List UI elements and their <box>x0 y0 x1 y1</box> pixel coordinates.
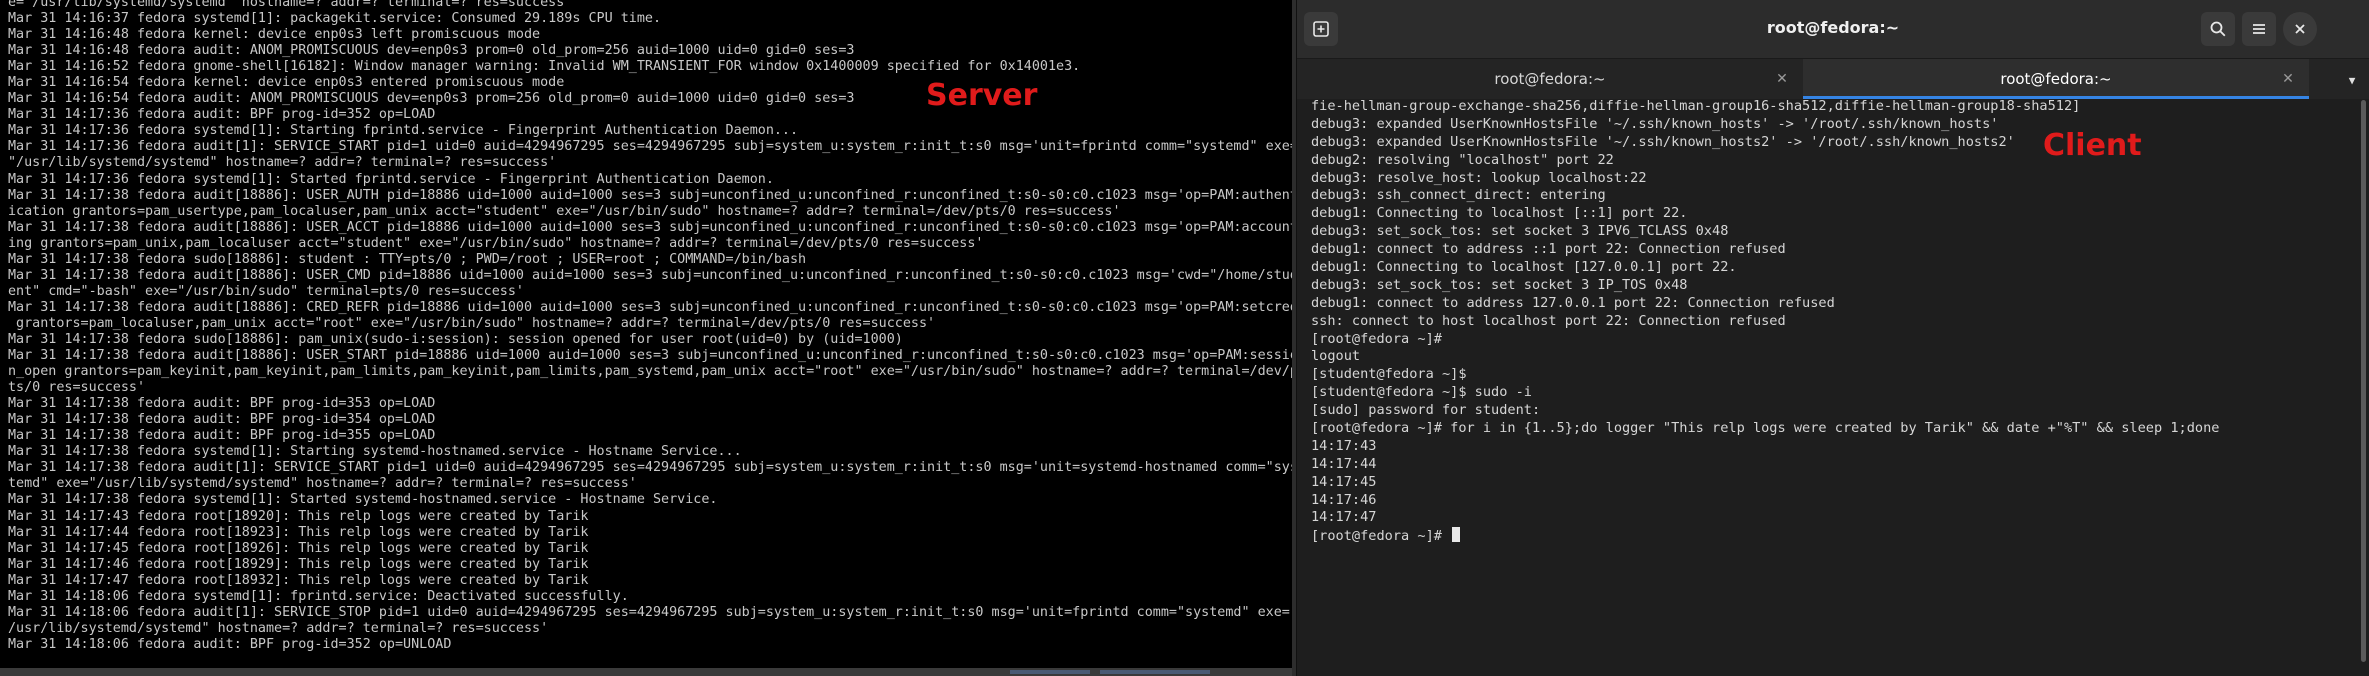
log-line: temd" exe="/usr/lib/systemd/systemd" hos… <box>8 476 637 492</box>
shell-prompt: [root@fedora ~]# <box>1311 528 1442 545</box>
output-line: 14:17:47 <box>1311 509 1377 526</box>
output-line: 14:17:45 <box>1311 473 1377 490</box>
log-line: ts/0 res=success' <box>8 380 146 396</box>
log-line: Mar 31 14:17:38 fedora audit[18886]: USE… <box>8 348 1292 364</box>
log-line: Mar 31 14:16:54 fedora kernel: device en… <box>8 75 565 91</box>
log-line: "/usr/lib/systemd/systemd" hostname=? ad… <box>8 155 557 171</box>
output-line: debug1: Connecting to localhost [127.0.0… <box>1311 259 1737 276</box>
log-line: ication grantors=pam_usertype,pam_localu… <box>8 203 1121 219</box>
log-line: Mar 31 14:17:38 fedora audit: BPF prog-i… <box>8 396 436 412</box>
log-line: Mar 31 14:18:06 fedora audit[1]: SERVICE… <box>8 604 1292 620</box>
server-label: Server <box>926 78 1038 113</box>
output-line: debug3: expanded UserKnownHostsFile '~/.… <box>1311 133 2015 150</box>
server-log: e="/usr/lib/systemd/systemd" hostname=? … <box>8 0 1292 653</box>
close-window-button[interactable] <box>2283 12 2317 46</box>
output-line: debug3: resolve_host: lookup localhost:2… <box>1311 169 1647 186</box>
hamburger-menu-icon <box>2253 24 2265 34</box>
menu-button[interactable] <box>2242 12 2276 46</box>
log-line: /usr/lib/systemd/systemd" hostname=? add… <box>8 620 549 636</box>
log-line: Mar 31 14:17:46 fedora root[18929]: This… <box>8 556 589 572</box>
search-icon <box>2210 21 2226 37</box>
log-line: Mar 31 14:17:38 fedora sudo[18886]: pam_… <box>8 331 903 347</box>
log-line: Mar 31 14:17:44 fedora root[18923]: This… <box>8 524 589 540</box>
log-line: Mar 31 14:17:38 fedora systemd[1]: Start… <box>8 492 718 508</box>
output-line: [student@fedora ~]$ sudo -i <box>1311 384 1532 401</box>
tab-2[interactable]: root@fedora:~ ✕ <box>1803 59 2309 99</box>
log-line: Mar 31 14:17:38 fedora systemd[1]: Start… <box>8 444 742 460</box>
output-line: logout <box>1311 348 1361 365</box>
prompt-line[interactable]: [root@fedora ~]# <box>1311 527 2351 545</box>
log-line: Mar 31 14:17:38 fedora audit: BPF prog-i… <box>8 428 436 444</box>
server-bottom-bar <box>0 668 1292 676</box>
output-line: debug2: resolving "localhost" port 22 <box>1311 151 1614 168</box>
output-line: debug1: connect to address 127.0.0.1 por… <box>1311 294 1835 311</box>
output-line: [root@fedora ~]# for i in {1..5};do logg… <box>1311 420 2220 437</box>
output-line: debug3: ssh_connect_direct: entering <box>1311 187 1606 204</box>
tab-label: root@fedora:~ <box>1494 70 1606 88</box>
tab-overflow-button[interactable]: ▼ <box>2343 71 2361 89</box>
close-icon: ✕ <box>2282 71 2294 87</box>
log-line: Mar 31 14:16:52 fedora gnome-shell[16182… <box>8 59 1081 75</box>
terminal-output[interactable]: fie-hellman-group-exchange-sha256,diffie… <box>1311 98 2351 545</box>
output-line: 14:17:46 <box>1311 491 1377 508</box>
output-line: 14:17:43 <box>1311 437 1377 454</box>
log-line: grantors=pam_localuser,pam_unix acct="ro… <box>8 315 936 331</box>
bottom-bar-segment <box>1100 670 1210 674</box>
client-terminal-window: root@fedora:~ root@fedora:~ ✕ root@fedor… <box>1296 0 2369 676</box>
log-line: Mar 31 14:18:06 fedora audit: BPF prog-i… <box>8 636 452 652</box>
header-bar: root@fedora:~ <box>1297 0 2369 59</box>
log-line: Mar 31 14:17:38 fedora audit[1]: SERVICE… <box>8 460 1292 476</box>
output-line: [sudo] password for student: <box>1311 402 1541 419</box>
output-line: [root@fedora ~]# <box>1311 330 1442 347</box>
search-button[interactable] <box>2201 12 2235 46</box>
tab-close-button[interactable]: ✕ <box>2279 70 2297 88</box>
log-line: n_open grantors=pam_keyinit,pam_keyinit,… <box>8 364 1292 380</box>
output-line: debug1: connect to address ::1 port 22: … <box>1311 241 1786 258</box>
chevron-down-icon: ▼ <box>2348 73 2356 87</box>
log-line: Mar 31 14:18:06 fedora systemd[1]: fprin… <box>8 588 629 604</box>
output-line: 14:17:44 <box>1311 455 1377 472</box>
log-line: Mar 31 14:17:38 fedora audit[18886]: USE… <box>8 187 1292 203</box>
text-cursor <box>1452 527 1461 543</box>
log-line: Mar 31 14:17:36 fedora systemd[1]: Start… <box>8 171 774 187</box>
tab-1[interactable]: root@fedora:~ ✕ <box>1297 59 1803 99</box>
log-line: Mar 31 14:16:54 fedora audit: ANOM_PROMI… <box>8 91 855 107</box>
log-line: Mar 31 14:16:37 fedora systemd[1]: packa… <box>8 11 662 27</box>
log-line: Mar 31 14:17:47 fedora root[18932]: This… <box>8 572 589 588</box>
log-line: ent" cmd="-bash" exe="/usr/bin/sudo" ter… <box>8 283 524 299</box>
log-line: Mar 31 14:16:48 fedora audit: ANOM_PROMI… <box>8 43 855 59</box>
log-line: e="/usr/lib/systemd/systemd" hostname=? … <box>8 0 573 10</box>
log-line: Mar 31 14:17:36 fedora systemd[1]: Start… <box>8 123 799 139</box>
output-line: debug3: set_sock_tos: set socket 3 IPV6_… <box>1311 223 1729 240</box>
log-line: Mar 31 14:17:38 fedora audit[18886]: USE… <box>8 219 1292 235</box>
log-line: Mar 31 14:17:43 fedora root[18920]: This… <box>8 508 589 524</box>
terminal-scrollbar[interactable] <box>2359 100 2367 672</box>
tab-label: root@fedora:~ <box>2000 70 2112 88</box>
close-icon: ✕ <box>1776 71 1788 87</box>
server-console: e="/usr/lib/systemd/systemd" hostname=? … <box>0 0 1292 668</box>
output-line: [student@fedora ~]$ <box>1311 366 1467 383</box>
log-line: ing grantors=pam_unix,pam_localuser acct… <box>8 235 984 251</box>
log-line: Mar 31 14:17:45 fedora root[18926]: This… <box>8 540 589 556</box>
bottom-bar-segment <box>1010 670 1090 674</box>
output-line: debug3: expanded UserKnownHostsFile '~/.… <box>1311 115 1999 132</box>
log-line: Mar 31 14:17:38 fedora audit[18886]: CRE… <box>8 299 1292 315</box>
log-line: Mar 31 14:17:38 fedora sudo[18886]: stud… <box>8 251 807 267</box>
log-line: Mar 31 14:17:36 fedora audit: BPF prog-i… <box>8 107 436 123</box>
client-label: Client <box>2043 128 2142 163</box>
log-line: Mar 31 14:17:38 fedora audit[18886]: USE… <box>8 267 1292 283</box>
log-line: Mar 31 14:17:36 fedora audit[1]: SERVICE… <box>8 139 1292 155</box>
tab-close-button[interactable]: ✕ <box>1773 70 1791 88</box>
output-line: ssh: connect to host localhost port 22: … <box>1311 312 1786 329</box>
output-line: debug3: set_sock_tos: set socket 3 IP_TO… <box>1311 276 1688 293</box>
close-icon <box>2295 24 2305 34</box>
output-line: debug1: Connecting to localhost [::1] po… <box>1311 205 1688 222</box>
tab-bar: root@fedora:~ ✕ root@fedora:~ ✕ ▼ <box>1297 59 2369 99</box>
scrollbar-thumb[interactable] <box>2361 100 2366 662</box>
output-line: fie-hellman-group-exchange-sha256,diffie… <box>1311 98 2081 114</box>
log-line: Mar 31 14:16:48 fedora kernel: device en… <box>8 27 541 43</box>
log-line: Mar 31 14:17:38 fedora audit: BPF prog-i… <box>8 412 436 428</box>
